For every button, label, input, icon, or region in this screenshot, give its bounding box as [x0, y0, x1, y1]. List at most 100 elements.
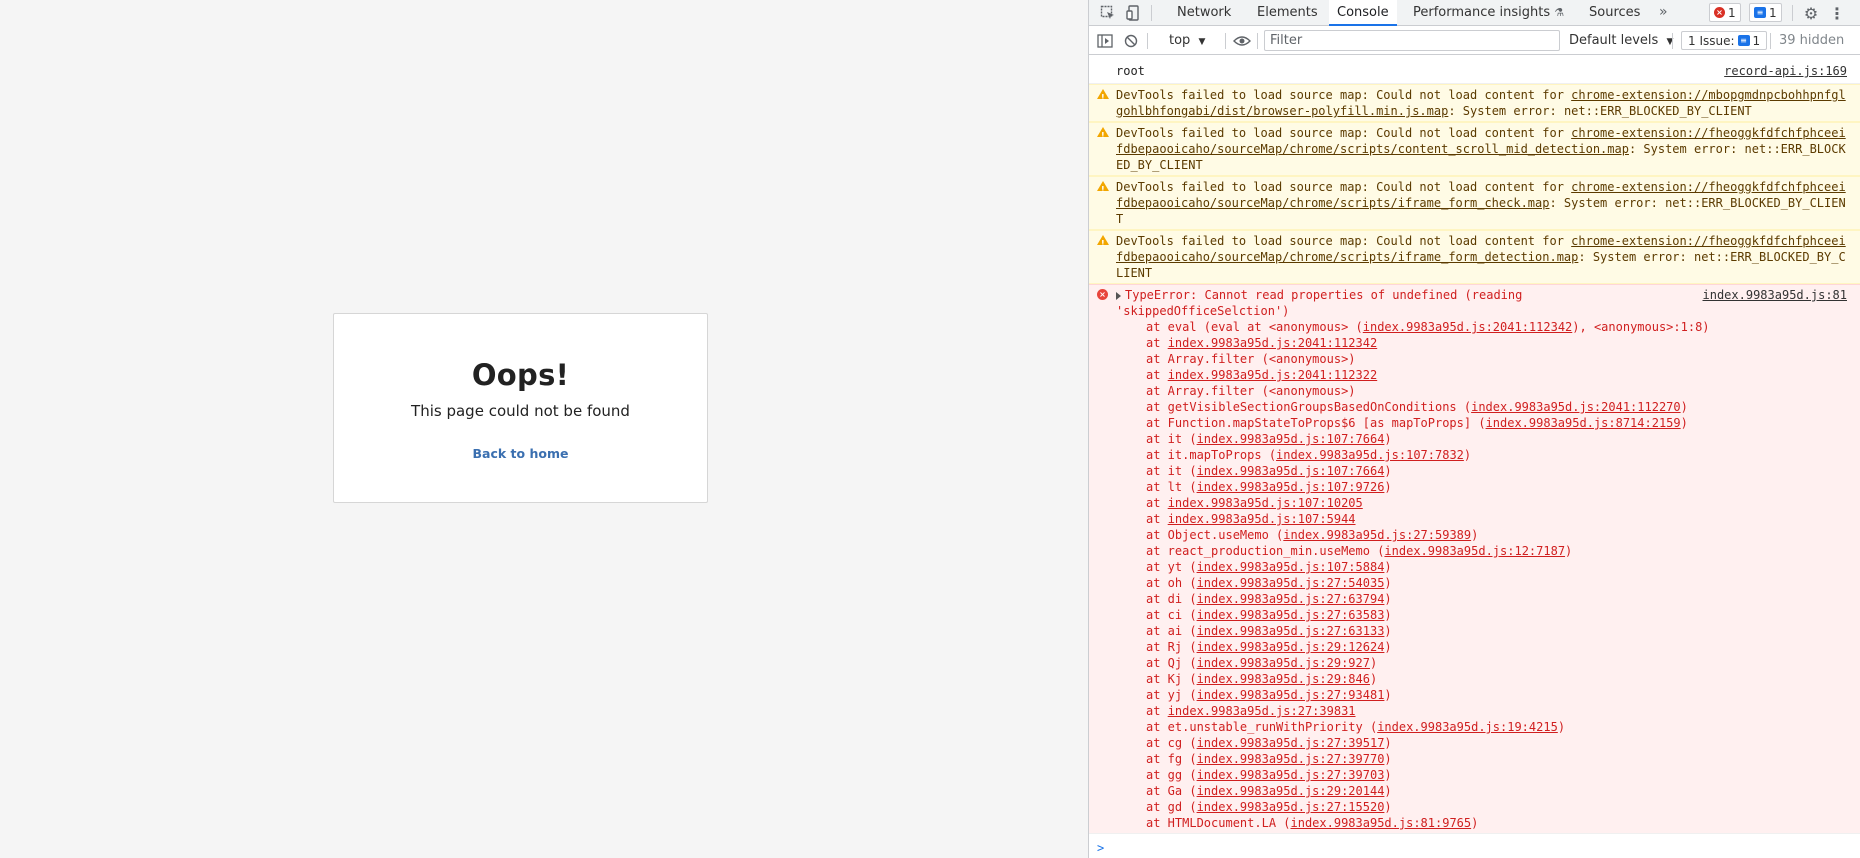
stack-frame-text: at yt (	[1146, 560, 1197, 574]
gear-icon[interactable]: ⚙	[1801, 3, 1821, 23]
experimental-flask-icon: ⚗	[1554, 6, 1565, 19]
context-selector[interactable]: top ▼	[1169, 33, 1205, 48]
stack-frame-link[interactable]: index.9983a95d.js:81:9765	[1291, 816, 1472, 830]
stack-frame: at react_production_min.useMemo (index.9…	[1116, 543, 1849, 559]
kebab-menu-icon[interactable]: ⋮	[1829, 3, 1845, 23]
page-subtitle: This page could not be found	[411, 402, 630, 420]
stack-frame-suffix: )	[1384, 688, 1392, 702]
stack-frame-link[interactable]: index.9983a95d.js:107:7664	[1197, 432, 1385, 446]
back-to-home-link[interactable]: Back to home	[473, 446, 569, 461]
console-toolbar: top ▼ Default levels ▼ 1 Issue: ≡ 1 39 h…	[1089, 27, 1860, 55]
stack-frame: at getVisibleSectionGroupsBasedOnConditi…	[1116, 399, 1849, 415]
stack-frame-link[interactable]: index.9983a95d.js:107:5884	[1197, 560, 1385, 574]
stack-frame: at yt (index.9983a95d.js:107:5884)	[1116, 559, 1849, 575]
error-source-link[interactable]: index.9983a95d.js:81	[1703, 287, 1848, 303]
stack-frame-text: at	[1146, 336, 1168, 350]
stack-frame: at Array.filter (<anonymous>)	[1116, 351, 1849, 367]
stack-frame-link[interactable]: index.9983a95d.js:27:63583	[1197, 608, 1385, 622]
stack-frame-text: at gg (	[1146, 768, 1197, 782]
stack-frame-link[interactable]: index.9983a95d.js:107:7832	[1276, 448, 1464, 462]
expand-triangle-icon[interactable]	[1116, 291, 1121, 300]
stack-frame-link[interactable]: index.9983a95d.js:107:9726	[1197, 480, 1385, 494]
stack-frame-text: at eval (eval at <anonymous> (	[1146, 320, 1363, 334]
tab-elements[interactable]: Elements	[1249, 0, 1326, 26]
stack-frame-text: at Qj (	[1146, 656, 1197, 670]
stack-frame: at gd (index.9983a95d.js:27:15520)	[1116, 799, 1849, 815]
issues-button[interactable]: 1 Issue: ≡ 1	[1681, 31, 1768, 50]
stack-frame-link[interactable]: index.9983a95d.js:2041:112270	[1471, 400, 1681, 414]
stack-frame-suffix: )	[1463, 448, 1472, 462]
stack-frame-text: at Kj (	[1146, 672, 1197, 686]
stack-frame-text: at	[1146, 496, 1168, 510]
stack-frame-link[interactable]: index.9983a95d.js:2041:112342	[1363, 320, 1573, 334]
stack-frame: at index.9983a95d.js:107:5944	[1116, 511, 1849, 527]
more-tabs-icon[interactable]: »	[1651, 0, 1676, 26]
stack-frame-link[interactable]: index.9983a95d.js:29:846	[1197, 672, 1370, 686]
stack-frame-link[interactable]: index.9983a95d.js:27:15520	[1197, 800, 1385, 814]
device-toolbar-icon[interactable]	[1125, 4, 1143, 22]
stack-frame-link[interactable]: index.9983a95d.js:27:63133	[1197, 624, 1385, 638]
clear-console-icon[interactable]	[1122, 32, 1140, 50]
stack-frame-link[interactable]: index.9983a95d.js:27:39770	[1197, 752, 1385, 766]
message-count: 1	[1769, 5, 1777, 20]
stack-frame-text: at Ga (	[1146, 784, 1197, 798]
console-prompt-icon[interactable]: >	[1097, 841, 1104, 855]
stack-frame-link[interactable]: index.9983a95d.js:29:927	[1197, 656, 1370, 670]
log-levels-dropdown[interactable]: Default levels ▼	[1569, 33, 1673, 48]
stack-frame-suffix: )	[1384, 464, 1392, 478]
sidebar-toggle-icon[interactable]	[1096, 32, 1114, 50]
stack-frame-text: at lt (	[1146, 480, 1197, 494]
stack-frame-link[interactable]: index.9983a95d.js:2041:112342	[1168, 336, 1378, 350]
tab-console[interactable]: Console	[1329, 0, 1397, 26]
tab-sources[interactable]: Sources	[1581, 0, 1648, 26]
stack-frame-suffix: ), <anonymous>:1:8)	[1572, 320, 1710, 334]
stack-frame-text: at	[1146, 704, 1168, 718]
stack-frame-text: at it (	[1146, 464, 1197, 478]
stack-frame: at Rj (index.9983a95d.js:29:12624)	[1116, 639, 1849, 655]
stack-frame: at Object.useMemo (index.9983a95d.js:27:…	[1116, 527, 1849, 543]
warning-icon	[1097, 235, 1109, 252]
stack-frame: at oh (index.9983a95d.js:27:54035)	[1116, 575, 1849, 591]
stack-frame-link[interactable]: index.9983a95d.js:27:93481	[1197, 688, 1385, 702]
stack-frame-link[interactable]: index.9983a95d.js:12:7187	[1384, 544, 1565, 558]
inspect-element-icon[interactable]	[1099, 4, 1117, 22]
log-source-link[interactable]: record-api.js:169	[1724, 63, 1847, 79]
stack-frame-link[interactable]: index.9983a95d.js:27:54035	[1197, 576, 1385, 590]
stack-frame-suffix: )	[1471, 816, 1479, 830]
stack-frame-suffix: )	[1384, 432, 1392, 446]
stack-frame-link[interactable]: index.9983a95d.js:27:39831	[1168, 704, 1356, 718]
stack-frame-text: at ai (	[1146, 624, 1197, 638]
error-count-badge[interactable]: × 1	[1709, 3, 1741, 22]
stack-frame-suffix: )	[1369, 656, 1378, 670]
stack-frame-suffix: )	[1384, 752, 1392, 766]
stack-frame-link[interactable]: index.9983a95d.js:29:12624	[1197, 640, 1385, 654]
message-count-badge[interactable]: ≡ 1	[1749, 3, 1782, 22]
tab-network[interactable]: Network	[1169, 0, 1239, 26]
stack-frame-link[interactable]: index.9983a95d.js:27:59389	[1283, 528, 1471, 542]
stack-frame-suffix: )	[1565, 544, 1573, 558]
stack-frame: at et.unstable_runWithPriority (index.99…	[1116, 719, 1849, 735]
stack-frame-text: at gd (	[1146, 800, 1197, 814]
message-icon: ≡	[1754, 7, 1766, 18]
stack-frame-link[interactable]: index.9983a95d.js:29:20144	[1197, 784, 1385, 798]
stack-frame: at it.mapToProps (index.9983a95d.js:107:…	[1116, 447, 1849, 463]
stack-frame-link[interactable]: index.9983a95d.js:107:7664	[1197, 464, 1385, 478]
stack-frame-link[interactable]: index.9983a95d.js:107:10205	[1168, 496, 1363, 510]
console-filter-input[interactable]	[1264, 30, 1560, 51]
stack-frame-suffix: )	[1384, 768, 1392, 782]
stack-frame-link[interactable]: index.9983a95d.js:107:5944	[1168, 512, 1356, 526]
stack-frame-suffix: )	[1384, 800, 1392, 814]
not-found-card: Oops! This page could not be found Back …	[333, 313, 708, 503]
stack-frame-link[interactable]: index.9983a95d.js:27:39517	[1197, 736, 1385, 750]
stack-frame-link[interactable]: index.9983a95d.js:8714:2159	[1486, 416, 1681, 430]
stack-frame-text: at Array.filter (<anonymous>)	[1146, 384, 1356, 398]
tab-performance-insights[interactable]: Performance insights ⚗	[1405, 0, 1572, 26]
toolbar-divider	[1792, 5, 1793, 21]
stack-frame-link[interactable]: index.9983a95d.js:27:63794	[1197, 592, 1385, 606]
live-expression-eye-icon[interactable]	[1231, 32, 1253, 50]
stack-frame-link[interactable]: index.9983a95d.js:19:4215	[1377, 720, 1558, 734]
stack-frame: at HTMLDocument.LA (index.9983a95d.js:81…	[1116, 815, 1849, 831]
stack-frame-link[interactable]: index.9983a95d.js:27:39703	[1197, 768, 1385, 782]
stack-frame-link[interactable]: index.9983a95d.js:2041:112322	[1168, 368, 1378, 382]
stack-frame: at it (index.9983a95d.js:107:7664)	[1116, 463, 1849, 479]
